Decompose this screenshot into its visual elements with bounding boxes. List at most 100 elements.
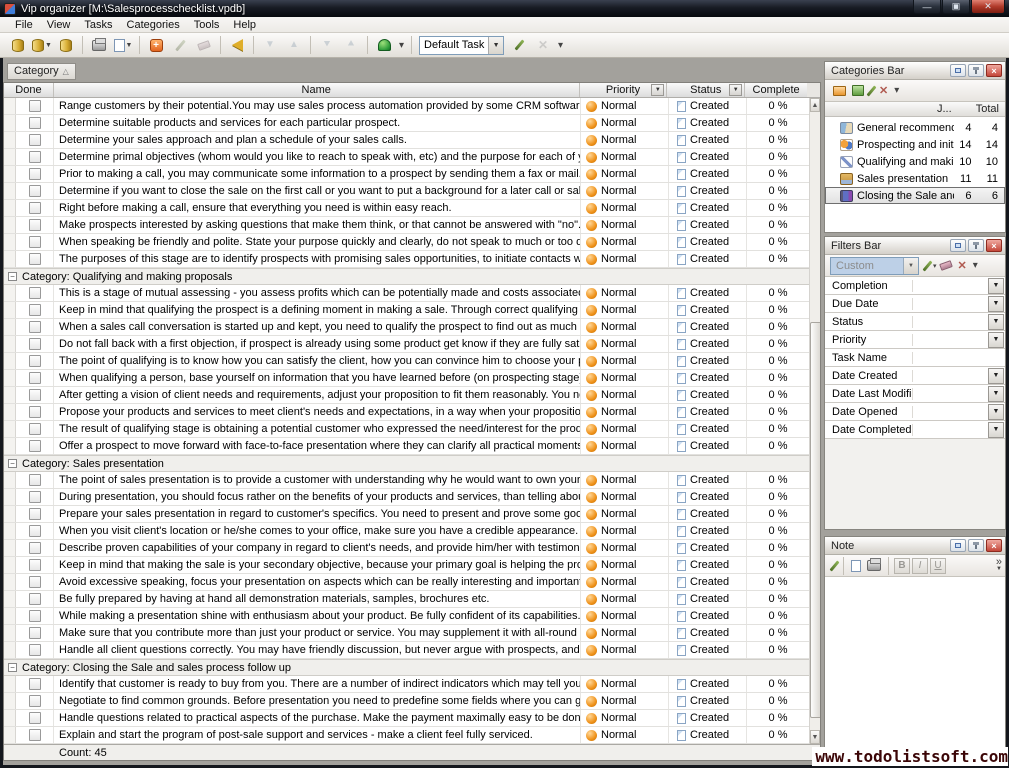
column-header-status[interactable]: Status▼ bbox=[667, 83, 745, 97]
group-by-category-button[interactable]: Category △ bbox=[7, 63, 76, 80]
task-row[interactable]: Make prospects interested by asking ques… bbox=[4, 217, 809, 234]
task-row[interactable]: Prepare your sales presentation in regar… bbox=[4, 506, 809, 523]
edit-task-button[interactable] bbox=[169, 35, 191, 56]
category-item[interactable]: Sales presentation1111 bbox=[825, 170, 1005, 187]
delete-filter-icon[interactable]: ✕ bbox=[958, 259, 967, 272]
done-checkbox[interactable] bbox=[29, 610, 41, 622]
minimize-button[interactable]: — bbox=[913, 0, 941, 14]
column-header-done[interactable]: Done bbox=[4, 83, 54, 97]
collapse-icon[interactable]: − bbox=[8, 272, 17, 281]
done-checkbox[interactable] bbox=[29, 219, 41, 231]
tree-column-total[interactable]: Total bbox=[965, 102, 1005, 116]
note-content[interactable] bbox=[825, 577, 1005, 763]
preview-note-icon[interactable] bbox=[851, 560, 861, 572]
maximize-button[interactable]: ▣ bbox=[942, 0, 970, 14]
task-row[interactable]: Make sure that you contribute more than … bbox=[4, 625, 809, 642]
scrollbar-thumb[interactable] bbox=[810, 322, 820, 718]
restore-panel-icon[interactable] bbox=[950, 64, 966, 77]
task-row[interactable]: Determine suitable products and services… bbox=[4, 115, 809, 132]
filter-dropdown-button[interactable]: ▼ bbox=[988, 314, 1004, 330]
collapse-icon[interactable]: − bbox=[8, 663, 17, 672]
open-database-button[interactable]: ▼ bbox=[31, 35, 53, 56]
done-checkbox[interactable] bbox=[29, 151, 41, 163]
filter-dropdown-button[interactable]: ▼ bbox=[988, 422, 1004, 438]
chevron-down-icon[interactable]: ▼ bbox=[903, 258, 918, 274]
filter-dropdown-button[interactable]: ▼ bbox=[988, 368, 1004, 384]
task-row[interactable]: Offer a prospect to move forward with fa… bbox=[4, 438, 809, 455]
done-checkbox[interactable] bbox=[29, 372, 41, 384]
done-checkbox[interactable] bbox=[29, 185, 41, 197]
categories-toolbar-overflow[interactable]: ▾ bbox=[894, 85, 899, 96]
done-checkbox[interactable] bbox=[29, 134, 41, 146]
close-panel-icon[interactable]: × bbox=[986, 539, 1002, 552]
delete-task-button[interactable] bbox=[193, 35, 215, 56]
vertical-scrollbar[interactable]: ▲ ▼ bbox=[809, 98, 820, 744]
tree-column-j[interactable]: J... bbox=[937, 102, 965, 116]
task-row[interactable]: After getting a vision of client needs a… bbox=[4, 387, 809, 404]
done-checkbox[interactable] bbox=[29, 525, 41, 537]
pin-panel-icon[interactable] bbox=[968, 64, 984, 77]
task-row[interactable]: Do not fall back with a first objection,… bbox=[4, 336, 809, 353]
task-row[interactable]: Propose your products and services to me… bbox=[4, 404, 809, 421]
scroll-down-button[interactable]: ▼ bbox=[810, 730, 820, 744]
menu-item-view[interactable]: View bbox=[40, 18, 78, 32]
move-to-top-button[interactable]: ⯅ bbox=[340, 35, 362, 56]
done-checkbox[interactable] bbox=[29, 117, 41, 129]
move-to-bottom-button[interactable]: ⯆ bbox=[316, 35, 338, 56]
done-checkbox[interactable] bbox=[29, 440, 41, 452]
edit-note-icon[interactable] bbox=[829, 560, 839, 571]
pin-panel-icon[interactable] bbox=[968, 539, 984, 552]
task-row[interactable]: Handle questions related to practical as… bbox=[4, 710, 809, 727]
done-checkbox[interactable] bbox=[29, 695, 41, 707]
task-row[interactable]: When qualifying a person, base yourself … bbox=[4, 370, 809, 387]
category-item[interactable]: Qualifying and making pr1010 bbox=[825, 153, 1005, 170]
task-type-select[interactable]: Default Task ▼ bbox=[419, 36, 504, 55]
save-database-button[interactable] bbox=[55, 35, 77, 56]
task-row[interactable]: During presentation, you should focus ra… bbox=[4, 489, 809, 506]
print-preview-button[interactable]: ▼ bbox=[112, 35, 134, 56]
done-checkbox[interactable] bbox=[29, 253, 41, 265]
done-checkbox[interactable] bbox=[29, 593, 41, 605]
priority-filter-button[interactable]: ▼ bbox=[651, 84, 664, 96]
done-checkbox[interactable] bbox=[29, 712, 41, 724]
category-item[interactable]: General recommendations44 bbox=[825, 119, 1005, 136]
task-row[interactable]: Right before making a call, ensure that … bbox=[4, 200, 809, 217]
done-checkbox[interactable] bbox=[29, 202, 41, 214]
menu-item-tasks[interactable]: Tasks bbox=[77, 18, 119, 32]
task-row[interactable]: The purposes of this stage are to identi… bbox=[4, 251, 809, 268]
done-checkbox[interactable] bbox=[29, 542, 41, 554]
task-row[interactable]: When you visit client's location or he/s… bbox=[4, 523, 809, 540]
category-item[interactable]: Prospecting and initiating1414 bbox=[825, 136, 1005, 153]
chevron-down-icon[interactable]: ▼ bbox=[488, 37, 503, 54]
task-row[interactable]: Determine if you want to close the sale … bbox=[4, 183, 809, 200]
done-checkbox[interactable] bbox=[29, 491, 41, 503]
edit-task-type-button[interactable] bbox=[508, 35, 530, 56]
category-group-header[interactable]: −Category: Sales presentation bbox=[4, 455, 809, 472]
task-row[interactable]: Avoid excessive speaking, focus your pre… bbox=[4, 574, 809, 591]
done-checkbox[interactable] bbox=[29, 338, 41, 350]
task-row[interactable]: Be fully prepared by having at hand all … bbox=[4, 591, 809, 608]
task-row[interactable]: Explain and start the program of post-sa… bbox=[4, 727, 809, 744]
filters-toolbar-overflow[interactable]: ▾ bbox=[973, 260, 978, 271]
task-row[interactable]: Describe proven capabilities of your com… bbox=[4, 540, 809, 557]
done-checkbox[interactable] bbox=[29, 729, 41, 741]
done-checkbox[interactable] bbox=[29, 576, 41, 588]
done-checkbox[interactable] bbox=[29, 406, 41, 418]
close-panel-icon[interactable]: × bbox=[986, 64, 1002, 77]
task-row[interactable]: Keep in mind that making the sale is you… bbox=[4, 557, 809, 574]
delete-category-icon[interactable]: ✕ bbox=[879, 84, 888, 97]
bold-button[interactable]: B bbox=[894, 558, 910, 574]
apply-filter-icon[interactable] bbox=[922, 260, 932, 271]
close-panel-icon[interactable]: × bbox=[986, 239, 1002, 252]
restore-panel-icon[interactable] bbox=[950, 539, 966, 552]
category-group-header[interactable]: −Category: Qualifying and making proposa… bbox=[4, 268, 809, 285]
task-row[interactable]: The point of sales presentation is to pr… bbox=[4, 472, 809, 489]
pin-panel-icon[interactable] bbox=[968, 239, 984, 252]
task-row[interactable]: When a sales call conversation is starte… bbox=[4, 319, 809, 336]
done-checkbox[interactable] bbox=[29, 236, 41, 248]
task-row[interactable]: Determine primal objectives (whom would … bbox=[4, 149, 809, 166]
filter-dropdown-button[interactable]: ▼ bbox=[988, 386, 1004, 402]
scroll-up-button[interactable]: ▲ bbox=[810, 98, 820, 112]
task-row[interactable]: The point of qualifying is to know how y… bbox=[4, 353, 809, 370]
task-row[interactable]: Range customers by their potential.You m… bbox=[4, 98, 809, 115]
